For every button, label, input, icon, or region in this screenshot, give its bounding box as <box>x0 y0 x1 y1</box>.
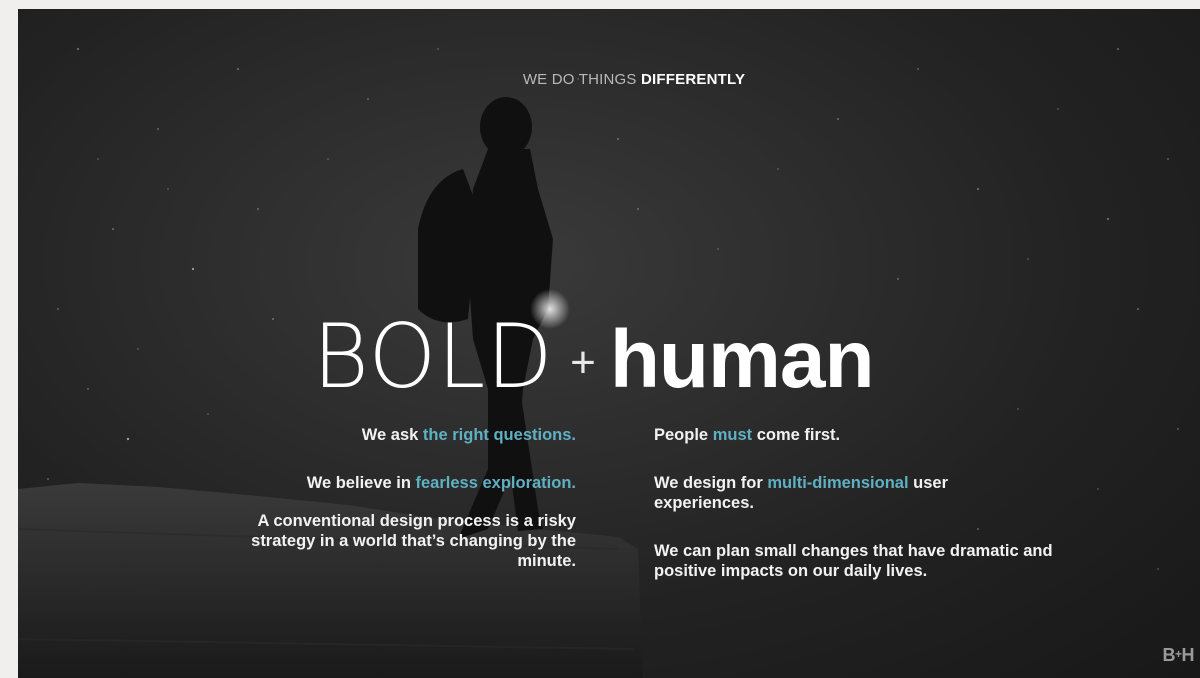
right-line-1-accent: must <box>712 426 753 444</box>
left-line-3: A conventional design process is a risky… <box>198 511 576 571</box>
headline-plus: + <box>570 338 596 387</box>
hero-slide: WE DO THINGS DIFFERENTLY BOLD + human We… <box>18 9 1200 678</box>
right-line-1-text: People <box>654 426 713 444</box>
headline-human-word: human <box>609 314 875 405</box>
logo-left: B <box>1162 645 1175 665</box>
right-line-1: People must come first. <box>654 425 1084 445</box>
right-line-2: We design for multi-dimensional user exp… <box>654 473 994 513</box>
headline: BOLD + human <box>310 305 875 408</box>
left-line-2-accent: fearless exploration. <box>415 474 576 492</box>
kicker-bold: DIFFERENTLY <box>641 71 746 88</box>
right-line-3-text: We can plan small changes that have dram… <box>654 542 1053 580</box>
logo-plus: + <box>1174 647 1182 661</box>
left-line-1: We ask the right questions. <box>198 425 576 445</box>
left-line-3-text: A conventional design process is a risky… <box>251 512 576 570</box>
left-column: We ask the right questions. We believe i… <box>198 425 576 571</box>
right-line-2-text: We design for <box>654 474 768 492</box>
right-line-3: We can plan small changes that have dram… <box>654 541 1084 581</box>
right-column: People must come first. We design for mu… <box>654 425 1084 581</box>
left-line-2: We believe in fearless exploration. <box>198 473 576 493</box>
kicker-light: WE DO THINGS <box>522 71 637 88</box>
left-line-2-text: We believe in <box>306 474 416 492</box>
left-line-1-text: We ask <box>361 426 423 444</box>
logo-right: H <box>1181 645 1195 665</box>
left-line-1-accent: the right questions. <box>422 426 576 444</box>
right-line-1-post: come first. <box>752 426 841 444</box>
right-line-2-accent: multi-dimensional <box>767 474 909 492</box>
kicker-text: WE DO THINGS DIFFERENTLY <box>18 71 1200 88</box>
brand-logo: B+H <box>1162 645 1194 666</box>
headline-bold-word: BOLD <box>312 305 554 408</box>
